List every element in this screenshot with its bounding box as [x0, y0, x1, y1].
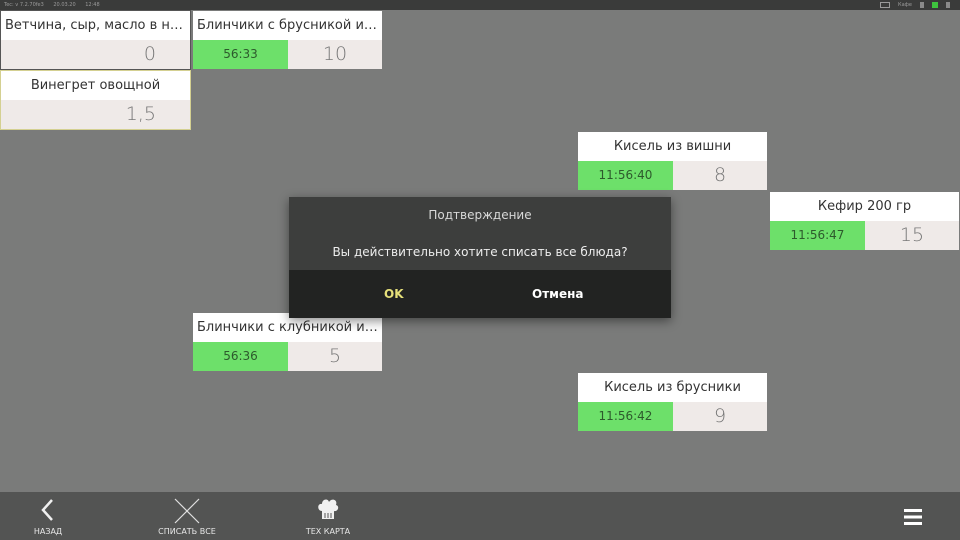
back-label: НАЗАД: [33, 527, 63, 536]
write-off-all-button[interactable]: СПИСАТЬ ВСЕ: [152, 492, 222, 540]
confirm-dialog: Подтверждение Вы действительно хотите сп…: [289, 197, 671, 318]
card-quantity: 9: [673, 402, 767, 431]
dialog-title: Подтверждение: [428, 208, 532, 222]
indicator-icon: [920, 2, 924, 8]
order-card[interactable]: Блинчики с клубникой и бру... 56:36 5: [193, 313, 382, 371]
indicator-icon: [946, 2, 950, 8]
menu-button[interactable]: [898, 492, 928, 540]
card-title: Винегрет овощной: [1, 71, 190, 100]
dialog-message: Вы действительно хотите списать все блюд…: [332, 245, 628, 259]
card-title: Кефир 200 гр: [770, 192, 959, 221]
version-text: Tec: v 7.2.70fe3: [4, 2, 44, 8]
card-timer: 11:56:42: [578, 402, 673, 431]
order-card[interactable]: Кисель из брусники 11:56:42 9: [578, 373, 767, 431]
cancel-button[interactable]: Отмена: [532, 270, 584, 318]
card-timer: 56:33: [193, 40, 288, 69]
back-arrow-icon: [41, 499, 53, 521]
card-timer: 11:56:47: [770, 221, 865, 250]
status-info: Tec: v 7.2.70fe3 20.03.20 12:48: [4, 0, 108, 10]
card-quantity: 8: [673, 161, 767, 190]
write-off-all-label: СПИСАТЬ ВСЕ: [158, 527, 216, 536]
order-card[interactable]: Кисель из вишни 11:56:40 8: [578, 132, 767, 190]
chef-hat-icon: [318, 499, 339, 519]
card-timer: 56:36: [193, 342, 288, 371]
card-quantity: 1,5: [1, 100, 190, 129]
card-quantity: 10: [288, 40, 382, 69]
close-icon: [174, 498, 200, 524]
card-quantity: 5: [288, 342, 382, 371]
hamburger-menu-icon: [904, 509, 922, 525]
order-card[interactable]: Винегрет овощной 1,5: [0, 70, 191, 130]
tech-card-label: ТЕХ КАРТА: [305, 527, 351, 536]
ok-button[interactable]: OK: [384, 270, 404, 318]
tech-card-button[interactable]: ТЕХ КАРТА: [300, 492, 356, 540]
order-card[interactable]: Кефир 200 гр 11:56:47 15: [770, 192, 959, 250]
card-title: Блинчики с брусникой и бру...: [193, 11, 382, 40]
time-text: 12:48: [85, 2, 100, 8]
status-bar: Tec: v 7.2.70fe3 20.03.20 12:48 Кафе: [0, 0, 960, 10]
card-timer: 11:56:40: [578, 161, 673, 190]
user-name: Кафе: [898, 2, 912, 8]
card-title: Ветчина, сыр, масло в нарезке: [1, 11, 190, 40]
card-title: Кисель из вишни: [578, 132, 767, 161]
connection-status-icon: [932, 2, 938, 8]
card-quantity: 15: [865, 221, 959, 250]
order-card[interactable]: Ветчина, сыр, масло в нарезке 0: [1, 11, 190, 69]
date-text: 20.03.20: [53, 2, 76, 8]
card-title: Кисель из брусники: [578, 373, 767, 402]
card-quantity: 0: [1, 40, 190, 69]
order-card[interactable]: Блинчики с брусникой и бру... 56:33 10: [193, 11, 382, 69]
mail-icon[interactable]: [880, 2, 891, 8]
bottom-toolbar: НАЗАД СПИСАТЬ ВСЕ ТЕХ КАРТА: [0, 492, 960, 540]
dialog-buttons: OK Отмена: [289, 270, 671, 318]
back-button[interactable]: НАЗАД: [22, 492, 74, 540]
